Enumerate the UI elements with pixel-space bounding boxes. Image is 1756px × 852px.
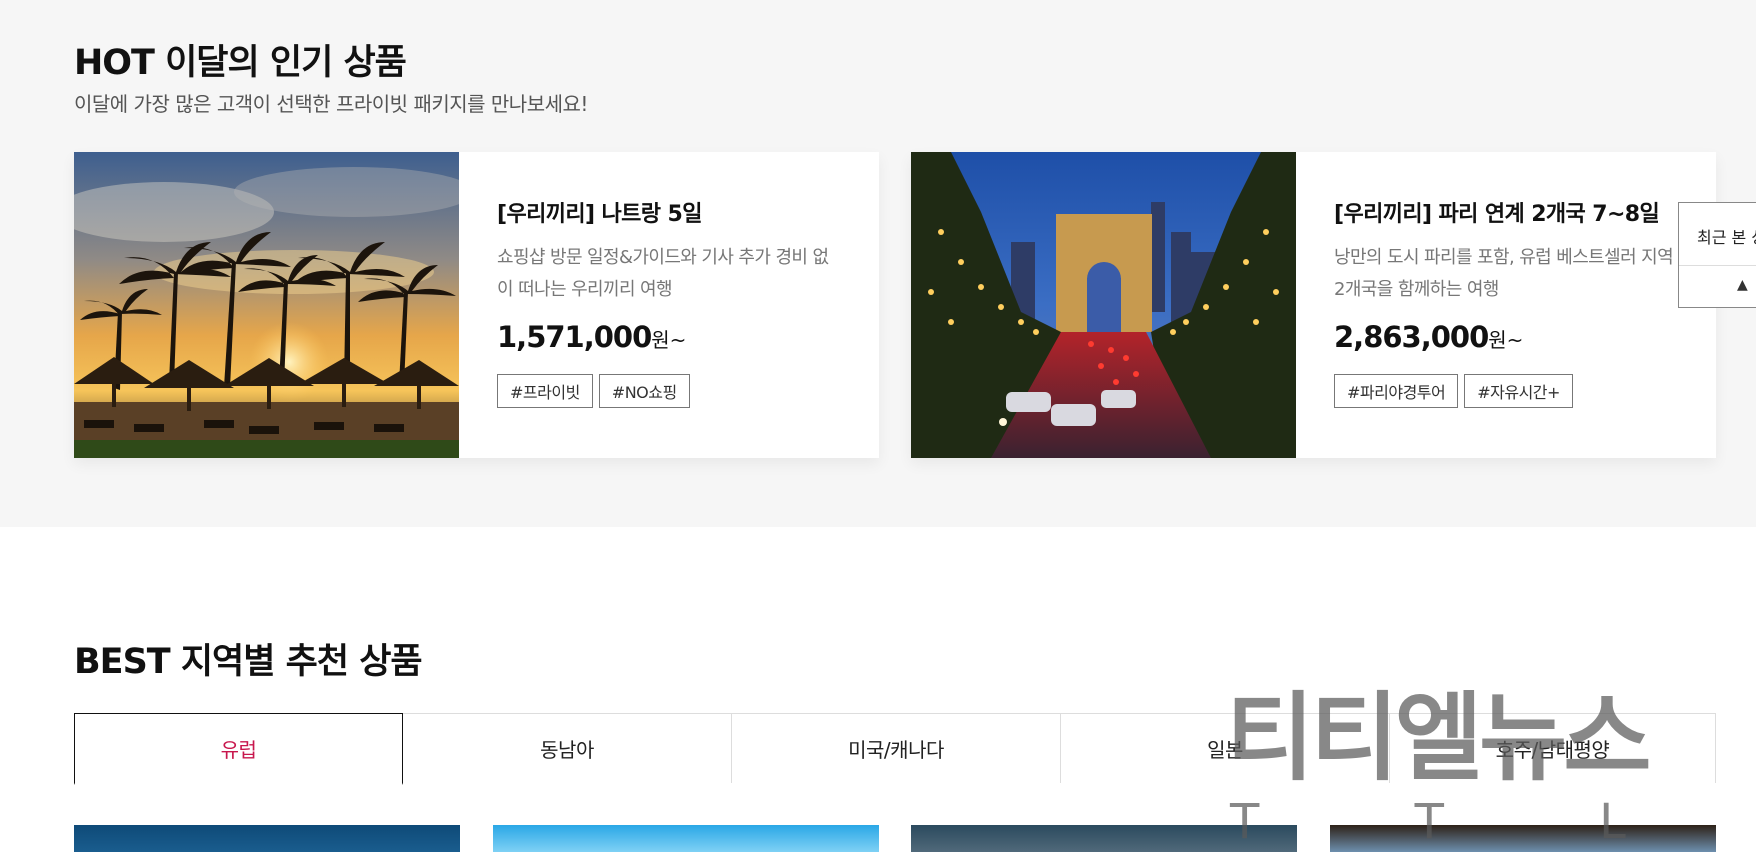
product-card-paris[interactable]: [우리끼리] 파리 연계 2개국 7~8일 낭만의 도시 파리를 포함, 유럽 … <box>911 152 1716 458</box>
product-info-paris: [우리끼리] 파리 연계 2개국 7~8일 낭만의 도시 파리를 포함, 유럽 … <box>1296 152 1716 458</box>
hot-section-title: HOT 이달의 인기 상품 <box>74 43 407 83</box>
product-card-nhatrang[interactable]: [우리끼리] 나트랑 5일 쇼핑샵 방문 일정&가이드와 기사 추가 경비 없이… <box>74 152 879 458</box>
product-tags: #프라이빗 #NO쇼핑 <box>497 374 879 408</box>
tab-usa-canada[interactable]: 미국/캐나다 <box>732 713 1061 783</box>
tab-europe[interactable]: 유럽 <box>74 713 403 785</box>
product-image-paris[interactable] <box>911 152 1296 458</box>
product-tag[interactable]: #NO쇼핑 <box>598 374 690 408</box>
tab-southeast-asia[interactable]: 동남아 <box>403 713 732 783</box>
product-tag[interactable]: #자유시간+ <box>1464 374 1573 408</box>
product-tag[interactable]: #프라이빗 <box>497 374 593 408</box>
best-section-title: BEST 지역별 추천 상품 <box>74 642 423 682</box>
product-info-nhatrang: [우리끼리] 나트랑 5일 쇼핑샵 방문 일정&가이드와 기사 추가 경비 없이… <box>459 152 879 458</box>
recently-viewed-label[interactable]: 최근 본 상 <box>1697 224 1756 248</box>
product-price: 2,863,000 <box>1334 320 1489 354</box>
product-price-row: 1,571,000원~ <box>497 320 879 354</box>
widget-divider <box>1679 265 1756 266</box>
product-image-nhatrang[interactable] <box>74 152 459 458</box>
scroll-up-arrow-icon[interactable]: ▲ <box>1737 277 1748 293</box>
product-title[interactable]: [우리끼리] 파리 연계 2개국 7~8일 <box>1334 196 1716 228</box>
hot-products-section: HOT 이달의 인기 상품 이달에 가장 많은 고객이 선택한 프라이빗 패키지… <box>0 0 1756 527</box>
watermark-logo: 티티엘뉴스 <box>1226 682 1652 794</box>
watermark-logo-sub: T T L <box>1230 794 1696 850</box>
recently-viewed-widget[interactable]: 최근 본 상 ▲ <box>1678 202 1756 308</box>
price-unit: 원~ <box>651 328 687 352</box>
product-tag[interactable]: #파리야경투어 <box>1334 374 1459 408</box>
hot-section-subtitle: 이달에 가장 많은 고객이 선택한 프라이빗 패키지를 만나보세요! <box>74 92 588 116</box>
best-product-thumbnail[interactable] <box>493 825 879 852</box>
price-unit: 원~ <box>1488 328 1524 352</box>
product-description: 쇼핑샵 방문 일정&가이드와 기사 추가 경비 없이 떠나는 우리끼리 여행 <box>497 247 829 300</box>
product-price-row: 2,863,000원~ <box>1334 320 1716 354</box>
best-product-thumbnail[interactable] <box>74 825 460 852</box>
product-description: 낭만의 도시 파리를 포함, 유럽 베스트셀러 지역 2개국을 함께하는 여행 <box>1334 247 1674 300</box>
product-tags: #파리야경투어 #자유시간+ <box>1334 374 1716 408</box>
product-title[interactable]: [우리끼리] 나트랑 5일 <box>497 196 879 228</box>
product-price: 1,571,000 <box>497 320 652 354</box>
